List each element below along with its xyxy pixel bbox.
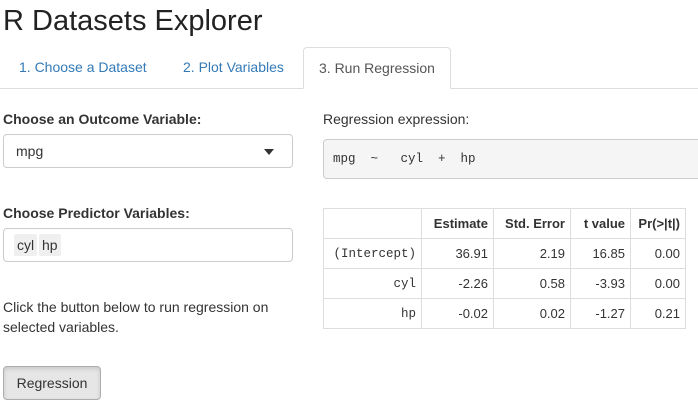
page-title: R Datasets Explorer	[3, 5, 263, 37]
regression-button[interactable]: Regression	[3, 366, 101, 400]
p-value-cell: 0.21	[630, 298, 686, 329]
regression-expression-label: Regression expression:	[323, 111, 470, 127]
header-t-value: t value	[570, 208, 631, 239]
tab-bar: 1. Choose a Dataset 2. Plot Variables 3.…	[0, 47, 698, 89]
std-error-cell: 2.19	[493, 238, 571, 269]
term-cell: cyl	[323, 268, 422, 299]
regression-table: Estimate Std. Error t value Pr(>|t|) (In…	[323, 208, 686, 329]
table-row: (Intercept) 36.91 2.19 16.85 0.00	[323, 238, 686, 269]
term-cell: hp	[323, 298, 422, 329]
predictor-label: Choose Predictor Variables:	[3, 205, 190, 221]
header-estimate: Estimate	[421, 208, 494, 239]
outcome-select-value: mpg	[16, 143, 44, 159]
estimate-cell: -2.26	[421, 268, 494, 299]
table-header-row: Estimate Std. Error t value Pr(>|t|)	[323, 208, 686, 239]
estimate-cell: 36.91	[421, 238, 494, 269]
t-value-cell: 16.85	[570, 238, 631, 269]
header-p-value: Pr(>|t|)	[630, 208, 686, 239]
tab-plot-variables[interactable]: 2. Plot Variables	[168, 47, 299, 88]
table-row: hp -0.02 0.02 -1.27 0.21	[323, 298, 686, 329]
p-value-cell: 0.00	[630, 268, 686, 299]
tab-choose-dataset[interactable]: 1. Choose a Dataset	[4, 47, 162, 88]
t-value-cell: -3.93	[570, 268, 631, 299]
estimate-cell: -0.02	[421, 298, 494, 329]
term-cell: (Intercept)	[323, 238, 422, 269]
outcome-label: Choose an Outcome Variable:	[3, 111, 202, 127]
p-value-cell: 0.00	[630, 238, 686, 269]
header-term	[323, 208, 422, 239]
predictor-chip-cyl[interactable]: cyl	[14, 234, 38, 256]
table-row: cyl -2.26 0.58 -3.93 0.00	[323, 268, 686, 299]
std-error-cell: 0.58	[493, 268, 571, 299]
caret-down-icon	[264, 149, 274, 155]
outcome-select[interactable]: mpg	[3, 134, 293, 168]
help-text: Click the button below to run regression…	[3, 299, 269, 335]
predictor-multiselect[interactable]: cyl hp	[3, 228, 293, 262]
regression-expression-box: mpg ~ cyl + hp	[323, 139, 698, 179]
predictor-chip-hp[interactable]: hp	[39, 234, 61, 256]
tab-run-regression[interactable]: 3. Run Regression	[303, 47, 451, 89]
t-value-cell: -1.27	[570, 298, 631, 329]
std-error-cell: 0.02	[493, 298, 571, 329]
header-std-error: Std. Error	[493, 208, 571, 239]
regression-expression: mpg ~ cyl + hp	[333, 152, 476, 166]
